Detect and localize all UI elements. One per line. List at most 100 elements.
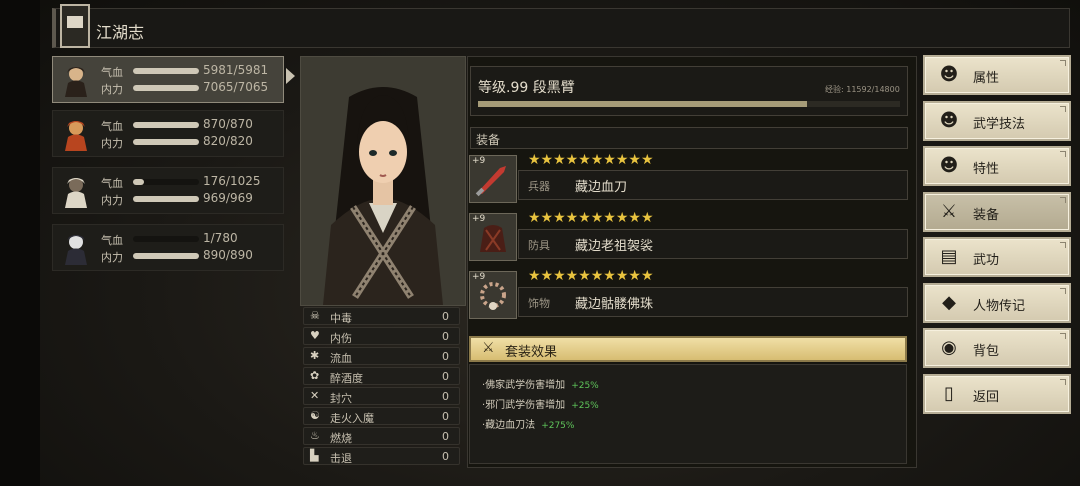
biography-icon: ◆ (942, 291, 956, 313)
armor-slot-icon[interactable]: +9 (469, 213, 517, 261)
mp-value: 969/969 (203, 191, 253, 205)
armor-name: 藏边老祖袈裟 (575, 239, 654, 254)
party-member-card[interactable]: 气血 870/870 内力 820/820 (52, 110, 284, 157)
status-effect-label: 燃烧 (330, 432, 352, 445)
mp-bar (133, 85, 199, 91)
menu-button[interactable]: ◉ 背包 (923, 328, 1071, 368)
menu-button-label: 武功 (973, 253, 1000, 268)
party-member-avatar (65, 67, 87, 97)
menu-button-label: 背包 (973, 344, 1000, 359)
corner-ornament (1060, 287, 1066, 294)
level-name-text: 等级.99 段黑臂 (478, 80, 575, 96)
hp-value: 176/1025 (203, 174, 261, 188)
hp-bar (133, 179, 199, 185)
mp-bar-fill (133, 196, 199, 202)
bleed-icon: ✱ (310, 349, 320, 362)
accessory-slot-icon[interactable]: +9 (469, 271, 517, 319)
status-effect-label: 走火入魔 (330, 412, 374, 425)
hp-label: 气血 (101, 234, 123, 247)
mp-label: 内力 (101, 83, 123, 96)
mp-value: 890/890 (203, 248, 253, 262)
martial-skills-icon: ☻ (939, 109, 959, 131)
burn-icon: ♨ (310, 429, 320, 442)
menu-button-label: 装备 (973, 207, 1000, 223)
set-bonus-line: ·藏边血刀法 +275% (482, 416, 574, 431)
menu-button[interactable]: ⚔ 装备 (923, 191, 1071, 232)
menu-button[interactable]: ▯ 返回 (923, 373, 1071, 414)
status-effect-value: 0 (442, 390, 449, 403)
journal-book-icon (60, 4, 90, 48)
accessory-name: 藏边骷髅佛珠 (575, 297, 654, 312)
menu-button-label: 返回 (973, 389, 1000, 405)
attributes-icon: ☻ (939, 64, 959, 85)
weapon-plus-label: +9 (472, 156, 486, 166)
corner-ornament (1060, 333, 1066, 339)
menu-button-label: 武学技法 (973, 116, 1026, 132)
set-bonus-line: ·邪门武学伤害增加 +25% (482, 396, 599, 411)
menu-button-label: 人物传记 (973, 298, 1026, 314)
status-effect-value: 0 (442, 450, 449, 463)
hp-bar (133, 122, 199, 128)
status-effect-row: ✕ 封穴 0 (303, 387, 460, 405)
armor-stars: ★★★★★★★★★★ (528, 210, 654, 226)
set-bonus-text: ·邪门武学伤害增加 (482, 400, 566, 411)
menu-button[interactable]: ◆ 人物传记 (923, 282, 1071, 323)
mp-value: 7065/7065 (203, 80, 269, 94)
hp-label: 气血 (101, 177, 123, 190)
status-effect-label: 中毒 (330, 312, 352, 325)
bag-icon: ◉ (941, 337, 957, 358)
hp-bar-fill (133, 68, 199, 74)
status-effect-row: ☯ 走火入魔 0 (303, 407, 460, 425)
menu-button[interactable]: ▤ 武功 (923, 237, 1071, 277)
weapon-slot-label: 兵器 (528, 180, 550, 193)
party-member-card[interactable]: 气血 5981/5981 内力 7065/7065 (52, 56, 284, 103)
weapon-slot-icon[interactable]: +9 (469, 155, 517, 203)
mp-bar (133, 139, 199, 145)
menu-button[interactable]: ☻ 武学技法 (923, 100, 1071, 141)
hp-label: 气血 (101, 120, 123, 133)
status-effect-label: 内伤 (330, 332, 352, 345)
status-effect-value: 0 (442, 410, 449, 423)
menu-button-label: 特性 (973, 162, 1000, 177)
set-bonus-value: +25% (571, 381, 599, 391)
party-member-avatar (65, 121, 87, 151)
party-member-card[interactable]: 气血 1/780 内力 890/890 (52, 224, 284, 271)
page-title: 江湖志 (96, 23, 145, 42)
hp-value: 870/870 (203, 117, 253, 131)
mp-bar (133, 253, 199, 259)
mp-label: 内力 (101, 251, 123, 264)
mp-bar-fill (133, 139, 199, 145)
mp-bar (133, 196, 199, 202)
hp-bar (133, 68, 199, 74)
mp-bar-fill (133, 253, 199, 259)
set-bonus-value: +275% (541, 421, 575, 431)
party-member-card[interactable]: 气血 176/1025 内力 969/969 (52, 167, 284, 214)
equipment-section-label: 装备 (476, 133, 501, 147)
menu-button[interactable]: ☻ 特性 (923, 146, 1071, 186)
weapon-name: 藏边血刀 (575, 180, 628, 195)
equipment-section-header (470, 127, 908, 149)
status-effect-label: 击退 (330, 452, 352, 465)
drunk-icon: ✿ (310, 369, 320, 382)
broken-heart-icon: ♥ (310, 329, 320, 342)
corner-ornament (1060, 378, 1066, 385)
manual-icon: ▤ (940, 246, 958, 267)
set-bonus-value: +25% (571, 401, 599, 411)
exp-bar-fill (478, 101, 808, 107)
menu-button[interactable]: ☻ 属性 (923, 55, 1071, 95)
exp-bar (478, 101, 900, 107)
hp-bar-fill (133, 179, 145, 185)
hp-value: 1/780 (203, 231, 238, 245)
weapon-stars: ★★★★★★★★★★ (528, 152, 654, 168)
exp-text: 经验: 11592/14800 (825, 85, 900, 94)
status-effect-label: 封穴 (330, 392, 352, 405)
status-effect-row: ♨ 燃烧 0 (303, 427, 460, 445)
door-icon: ▯ (944, 382, 954, 404)
status-effect-list: ☠ 中毒 0 ♥ 内伤 0 ✱ 流血 0 ✿ 醉酒度 0 ✕ 封穴 0 ☯ 走火入魔 0 ♨ 燃烧 0 ▙ 击退 0 (303, 307, 460, 467)
traits-icon: ☻ (939, 155, 959, 176)
status-effect-row: ☠ 中毒 0 (303, 307, 460, 325)
knockback-icon: ▙ (310, 449, 319, 462)
qi-deviation-icon: ☯ (310, 409, 320, 422)
hp-bar-fill (133, 122, 199, 128)
poison-icon: ☠ (310, 309, 320, 322)
